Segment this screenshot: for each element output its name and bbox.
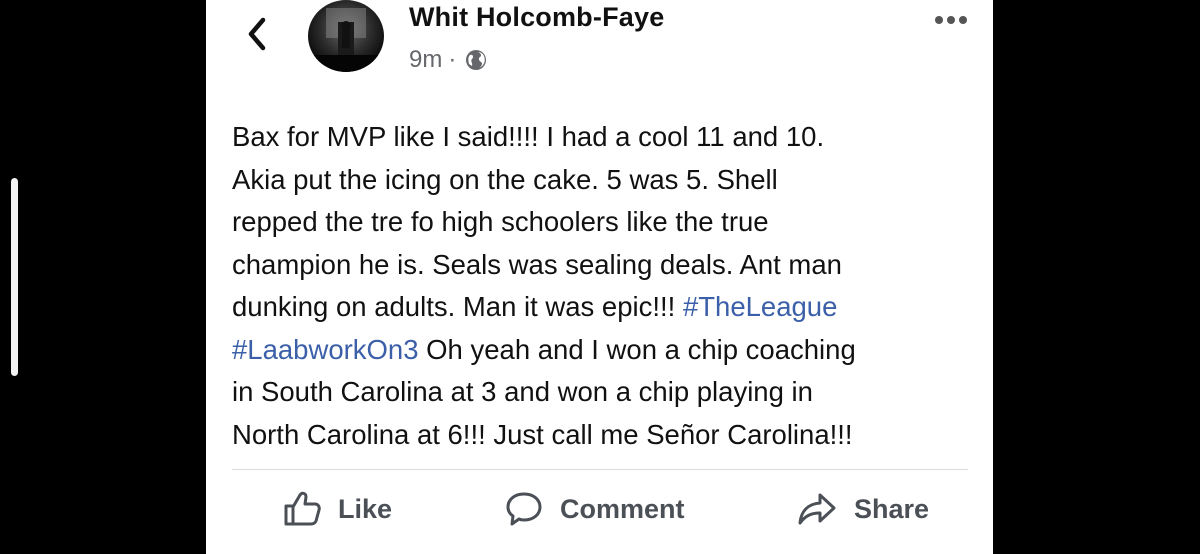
author-name[interactable]: Whit Holcomb-Faye xyxy=(409,2,664,33)
post-card: Whit Holcomb-Faye 9m · Bax for MVP like … xyxy=(206,0,993,554)
avatar[interactable] xyxy=(308,0,384,72)
post-text-segment: repped the tre fo high schoolers like th… xyxy=(232,206,769,237)
post-text-line: Akia put the icing on the cake. 5 was 5.… xyxy=(232,159,977,202)
back-button[interactable] xyxy=(242,14,272,54)
post-text-line: Bax for MVP like I said!!!! I had a cool… xyxy=(232,116,977,159)
meta-separator: · xyxy=(448,46,457,73)
side-scroll-indicator xyxy=(11,178,18,376)
thumbs-up-icon xyxy=(284,491,321,526)
post-text-segment: Akia put the icing on the cake. 5 was 5.… xyxy=(232,163,778,195)
share-button[interactable]: Share xyxy=(796,489,929,529)
comment-label: Comment xyxy=(560,493,685,524)
comment-bubble-icon xyxy=(506,492,542,526)
comment-button[interactable]: Comment xyxy=(504,489,685,529)
post-text-line: #LaabworkOn3 Oh yeah and I won a chip co… xyxy=(232,329,977,372)
post-text-segment: dunking on adults. Man it was epic!!! xyxy=(232,291,683,322)
post-text-line: North Carolina at 6!!! Just call me Seño… xyxy=(232,414,977,457)
post-meta: 9m · xyxy=(409,46,488,74)
more-dot xyxy=(947,16,955,24)
chevron-left-icon xyxy=(248,17,266,51)
post-text-line: dunking on adults. Man it was epic!!! #T… xyxy=(232,286,977,329)
post-text-segment: North Carolina at 6!!! Just call me Seño… xyxy=(232,418,853,450)
post-text-segment: in South Carolina at 3 and won a chip pl… xyxy=(232,376,813,407)
divider xyxy=(232,469,968,470)
post-text-segment: Oh yeah and I won a chip coaching xyxy=(418,333,856,365)
more-dot xyxy=(935,16,943,24)
post-text-line: in South Carolina at 3 and won a chip pl… xyxy=(232,371,977,414)
share-arrow-icon xyxy=(798,493,836,525)
post-text-line: repped the tre fo high schoolers like th… xyxy=(232,201,977,244)
share-label: Share xyxy=(854,493,930,524)
more-dot xyxy=(959,16,967,24)
post-text: Bax for MVP like I said!!!! I had a cool… xyxy=(232,116,977,456)
like-button[interactable]: Like xyxy=(282,489,392,529)
hashtag-link[interactable]: #TheLeague xyxy=(683,291,837,322)
globe-icon xyxy=(466,50,487,70)
like-label: Like xyxy=(338,493,393,524)
post-text-line: champion he is. Seals was sealing deals.… xyxy=(232,244,977,287)
action-bar: Like Comment Share xyxy=(206,489,993,539)
hashtag-link[interactable]: #LaabworkOn3 xyxy=(232,334,419,365)
more-options-button[interactable] xyxy=(935,16,967,24)
post-text-segment: Bax for MVP like I said!!!! I had a cool… xyxy=(232,121,825,152)
post-text-segment: champion he is. Seals was sealing deals.… xyxy=(232,248,842,280)
post-time[interactable]: 9m xyxy=(409,46,442,74)
